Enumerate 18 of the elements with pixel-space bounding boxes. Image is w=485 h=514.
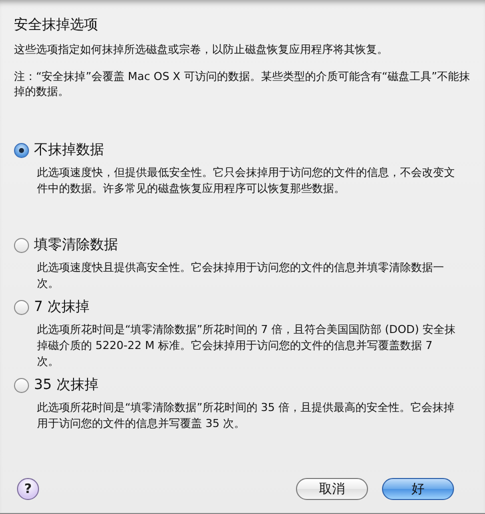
radio-button[interactable] <box>14 142 29 158</box>
sheet-title: 安全抹掉选项 <box>14 16 99 34</box>
help-button[interactable]: ? <box>17 478 39 500</box>
option-description: 此选项速度快，但提供最低安全性。它只会抹掉用于访问您的文件的信息，不会改变文件中的数据。许多常见的磁盘恢复应用程序可以恢复那些数据。 <box>37 165 456 197</box>
radio-button[interactable] <box>14 378 29 392</box>
option-label[interactable]: 不抹掉数据 <box>34 141 104 159</box>
note-text: 注：“安全抹掉”会覆盖 Mac OS X 可访问的数据。某些类型的介质可能含有“磁盘工具”不能抹掉的数据。 <box>14 69 471 99</box>
option-description: 此选项速度快且提供高安全性。它会抹掉用于访问您的文件的信息并填零清除数据一次。 <box>37 260 445 292</box>
option-label[interactable]: 7 次抹掉 <box>34 298 90 316</box>
ok-button[interactable]: 好 <box>382 478 454 500</box>
radio-button[interactable] <box>14 300 29 314</box>
cancel-button[interactable]: 取消 <box>296 478 368 500</box>
description-text: 这些选项指定如何抹掉所选磁盘或宗卷，以防止磁盘恢复应用程序将其恢复。 <box>14 42 389 57</box>
option-description: 此选项所花时间是“填零清除数据”所花时间的 7 倍，且符合美国国防部 (DOD) 安全抹掉磁介质的 5220-22 M 标准。它会抹掉用于访问您的文件的信息并写覆盖数据 7 次。 <box>37 322 457 370</box>
option-label[interactable]: 35 次抹掉 <box>34 376 98 394</box>
option-label[interactable]: 填零清除数据 <box>34 236 118 254</box>
option-description: 此选项所花时间是“填零清除数据”所花时间的 35 倍，且提供最高的安全性。它会抹掉用于访问您的文件的信息并写覆盖 35 次。 <box>37 400 456 432</box>
radio-button[interactable] <box>14 238 29 252</box>
